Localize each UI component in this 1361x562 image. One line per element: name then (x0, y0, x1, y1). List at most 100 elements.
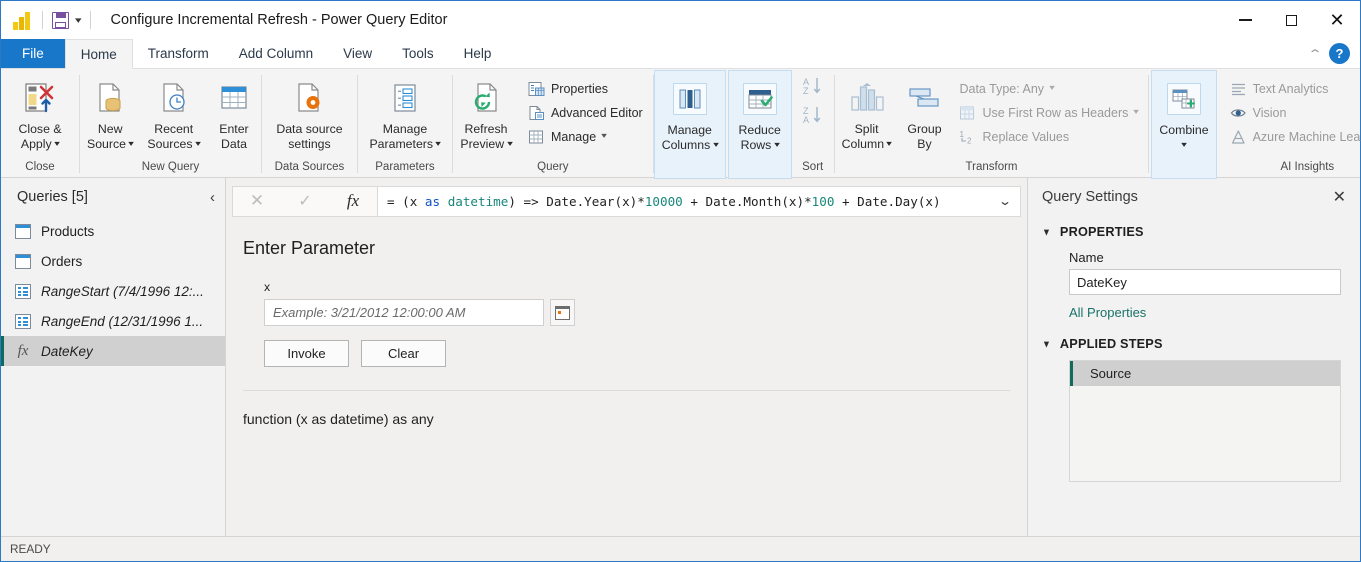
tab-add-column[interactable]: Add Column (224, 39, 328, 68)
query-item-datekey[interactable]: fx DateKey (1, 336, 225, 366)
tab-file[interactable]: File (1, 39, 65, 68)
ribbon-group-new-query: New Source ▾ Rec (80, 69, 261, 178)
ribbon-group-query: Refresh Preview ▾ Properties (453, 69, 653, 178)
tab-help[interactable]: Help (449, 39, 507, 68)
vision-icon (1230, 105, 1247, 121)
formula-bar-buttons: ✕ ✓ fx (232, 186, 377, 217)
new-source-button[interactable]: New Source ▾ (80, 74, 140, 153)
function-signature: function (x as datetime) as any (243, 411, 1027, 427)
clear-button[interactable]: Clear (361, 340, 446, 367)
advanced-editor-icon (528, 105, 545, 121)
quick-access-caret-icon[interactable]: ▾ (75, 16, 82, 25)
cancel-icon: ✕ (250, 191, 264, 211)
tab-transform[interactable]: Transform (133, 39, 224, 68)
tab-tools[interactable]: Tools (387, 39, 449, 68)
query-item-label: DateKey (41, 344, 93, 359)
ribbon-group-label-data-sources: Data Sources (262, 156, 357, 178)
manage-parameters-button[interactable]: Manage Parameters ▾ (358, 74, 452, 153)
new-source-label: New Source ▾ (87, 122, 133, 153)
query-name-input[interactable] (1069, 269, 1341, 295)
split-column-icon (849, 78, 885, 118)
combine-button[interactable]: Combine ▾ (1152, 75, 1215, 154)
recent-sources-button[interactable]: Recent Sources ▾ (140, 74, 207, 153)
formula-input[interactable]: = (x as datetime) => Date.Year(x)*10000 … (377, 186, 1021, 217)
formula-cancel-button[interactable]: ✕ (233, 187, 281, 216)
formula-confirm-button[interactable]: ✓ (281, 187, 329, 216)
manage-parameters-label: Manage Parameters ▾ (369, 122, 440, 153)
query-item-label: RangeEnd (12/31/1996 1... (41, 314, 203, 329)
manage-columns-button[interactable]: Manage Columns ▾ (655, 75, 725, 154)
parameter-label: x (264, 280, 1027, 294)
text-analytics-label: Text Analytics (1253, 82, 1329, 96)
svg-text:Z: Z (803, 86, 809, 96)
group-by-button[interactable]: Group By (898, 74, 950, 151)
ribbon-group-label-close: Close (1, 156, 79, 178)
split-column-button[interactable]: Split Column ▾ (835, 74, 899, 153)
data-source-settings-button[interactable]: Data source settings (262, 74, 357, 151)
azure-machine-learning-button[interactable]: Azure Machine Learning (1227, 126, 1361, 148)
data-source-settings-icon (292, 78, 326, 118)
applied-steps-section-header[interactable]: ▼ APPLIED STEPS (1042, 337, 1346, 351)
query-item-label: Orders (41, 254, 82, 269)
svg-text:1: 1 (960, 130, 965, 139)
manage-button[interactable]: Manage ▾ (525, 126, 649, 148)
formula-fx-button[interactable]: fx (329, 187, 377, 216)
advanced-editor-button[interactable]: Advanced Editor (525, 102, 649, 124)
minimize-icon (1239, 19, 1252, 20)
applied-step-source[interactable]: Source (1070, 361, 1340, 386)
reduce-rows-button[interactable]: Reduce Rows ▾ (729, 75, 791, 154)
function-fx-icon: fx (15, 344, 31, 359)
close-icon[interactable]: ✕ (1333, 187, 1346, 207)
close-button[interactable]: ✕ (1314, 1, 1360, 39)
all-properties-link[interactable]: All Properties (1069, 305, 1346, 320)
query-item-products[interactable]: Products (1, 216, 225, 246)
applied-steps-list: Source (1069, 360, 1341, 482)
calendar-picker-button[interactable] (550, 299, 575, 326)
query-item-rangestart[interactable]: RangeStart (7/4/1996 12:... (1, 276, 225, 306)
sort-descending-icon: Z A (802, 105, 826, 125)
sort-descending-button[interactable]: Z A (802, 105, 826, 130)
tab-view[interactable]: View (328, 39, 387, 68)
text-analytics-button[interactable]: Text Analytics (1227, 78, 1361, 100)
tab-strip-right-controls: ⌃ ? (1310, 39, 1360, 68)
query-item-rangeend[interactable]: RangeEnd (12/31/1996 1... (1, 306, 225, 336)
sort-ascending-button[interactable]: A Z (802, 76, 826, 101)
maximize-icon (1286, 15, 1297, 26)
manage-parameters-icon (388, 78, 422, 118)
save-icon[interactable] (52, 12, 69, 29)
chevron-down-icon[interactable]: ⌄ (990, 194, 1021, 208)
combine-icon (1167, 79, 1201, 119)
vision-button[interactable]: Vision (1227, 102, 1361, 124)
properties-button[interactable]: Properties (525, 78, 649, 100)
data-type-button[interactable]: Data Type: Any ▾ (956, 78, 1144, 100)
formula-bar: ✕ ✓ fx = (x as datetime) => Date.Year(x)… (226, 178, 1027, 224)
table-icon (15, 254, 31, 269)
properties-section-header[interactable]: ▼ PROPERTIES (1042, 225, 1346, 239)
use-first-row-as-headers-button[interactable]: Use First Row as Headers ▾ (956, 102, 1144, 124)
status-text: READY (10, 542, 51, 556)
ribbon-group-label-parameters: Parameters (358, 156, 452, 178)
enter-data-button[interactable]: Enter Data (207, 74, 261, 151)
parameter-input[interactable] (264, 299, 544, 326)
tab-home[interactable]: Home (65, 39, 133, 69)
minimize-button[interactable] (1222, 1, 1268, 39)
ribbon-group-ai-insights: Text Analytics Vision (1217, 69, 1361, 178)
invoke-button[interactable]: Invoke (264, 340, 349, 367)
ribbon-group-close: Close & Apply ▾ Close (1, 69, 79, 178)
close-and-apply-button[interactable]: Close & Apply ▾ (1, 74, 79, 153)
help-icon[interactable]: ? (1329, 43, 1350, 64)
refresh-preview-button[interactable]: Refresh Preview ▾ (453, 74, 519, 153)
replace-values-button[interactable]: 1 2 Replace Values (956, 126, 1144, 148)
maximize-button[interactable] (1268, 1, 1314, 39)
chevron-left-icon[interactable]: ‹ (210, 189, 215, 206)
formula-text: = (x as datetime) => Date.Year(x)*10000 … (387, 194, 994, 209)
transform-small-buttons: Data Type: Any ▾ Use First Row as Header… (950, 74, 1148, 148)
text-analytics-icon (1230, 81, 1247, 97)
advanced-editor-label: Advanced Editor (551, 106, 643, 120)
enter-parameter-pane: Enter Parameter x Invoke Clear function … (226, 224, 1027, 536)
enter-data-icon (217, 78, 251, 118)
query-item-orders[interactable]: Orders (1, 246, 225, 276)
window-controls: ✕ (1222, 1, 1360, 39)
refresh-preview-icon (469, 78, 503, 118)
collapse-ribbon-icon[interactable]: ⌃ (1307, 47, 1322, 61)
